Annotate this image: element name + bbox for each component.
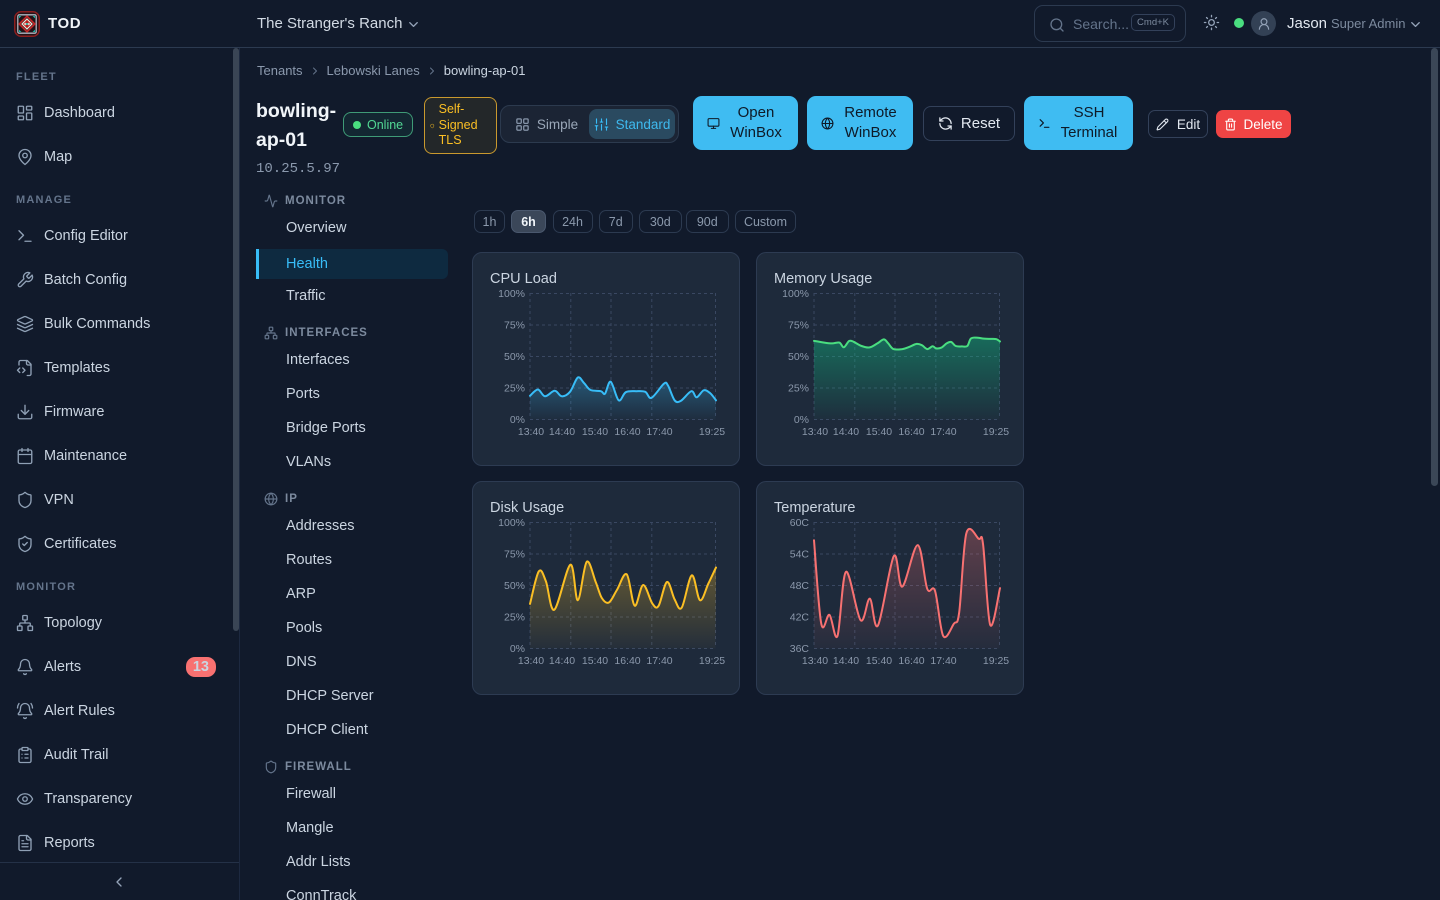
- svg-text:16:40: 16:40: [898, 426, 924, 438]
- svg-text:50%: 50%: [504, 351, 525, 363]
- svg-text:50%: 50%: [788, 351, 809, 363]
- svg-text:75%: 75%: [788, 320, 809, 332]
- svg-text:Disk Usage: Disk Usage: [490, 500, 564, 516]
- svg-text:75%: 75%: [504, 320, 525, 332]
- svg-text:15:40: 15:40: [866, 655, 892, 667]
- svg-text:75%: 75%: [504, 549, 525, 561]
- svg-text:13:40: 13:40: [802, 426, 828, 438]
- svg-text:14:40: 14:40: [833, 426, 859, 438]
- svg-text:0%: 0%: [510, 643, 525, 655]
- svg-text:54C: 54C: [790, 549, 810, 561]
- svg-text:15:40: 15:40: [582, 426, 608, 438]
- svg-text:16:40: 16:40: [614, 655, 640, 667]
- svg-text:100%: 100%: [498, 517, 525, 529]
- svg-text:15:40: 15:40: [582, 655, 608, 667]
- svg-text:17:40: 17:40: [646, 655, 672, 667]
- svg-text:0%: 0%: [510, 414, 525, 426]
- svg-text:25%: 25%: [788, 383, 809, 395]
- svg-text:25%: 25%: [504, 383, 525, 395]
- svg-text:16:40: 16:40: [614, 426, 640, 438]
- svg-text:25%: 25%: [504, 612, 525, 624]
- svg-text:17:40: 17:40: [930, 655, 956, 667]
- svg-text:14:40: 14:40: [833, 655, 859, 667]
- svg-text:100%: 100%: [782, 288, 809, 300]
- svg-text:0%: 0%: [794, 414, 809, 426]
- svg-text:17:40: 17:40: [930, 426, 956, 438]
- svg-text:19:25: 19:25: [699, 655, 725, 667]
- svg-text:13:40: 13:40: [518, 655, 544, 667]
- svg-text:Temperature: Temperature: [774, 500, 855, 516]
- svg-text:36C: 36C: [790, 643, 810, 655]
- svg-text:50%: 50%: [504, 580, 525, 592]
- svg-text:17:40: 17:40: [646, 426, 672, 438]
- svg-text:14:40: 14:40: [549, 426, 575, 438]
- svg-text:100%: 100%: [498, 288, 525, 300]
- svg-text:14:40: 14:40: [549, 655, 575, 667]
- svg-text:42C: 42C: [790, 612, 810, 624]
- svg-text:19:25: 19:25: [983, 655, 1009, 667]
- svg-text:CPU Load: CPU Load: [490, 271, 557, 287]
- svg-text:13:40: 13:40: [518, 426, 544, 438]
- svg-text:15:40: 15:40: [866, 426, 892, 438]
- svg-text:Memory Usage: Memory Usage: [774, 271, 872, 287]
- svg-text:60C: 60C: [790, 517, 810, 529]
- svg-text:19:25: 19:25: [699, 426, 725, 438]
- svg-text:19:25: 19:25: [983, 426, 1009, 438]
- svg-text:16:40: 16:40: [898, 655, 924, 667]
- svg-text:13:40: 13:40: [802, 655, 828, 667]
- svg-text:48C: 48C: [790, 580, 810, 592]
